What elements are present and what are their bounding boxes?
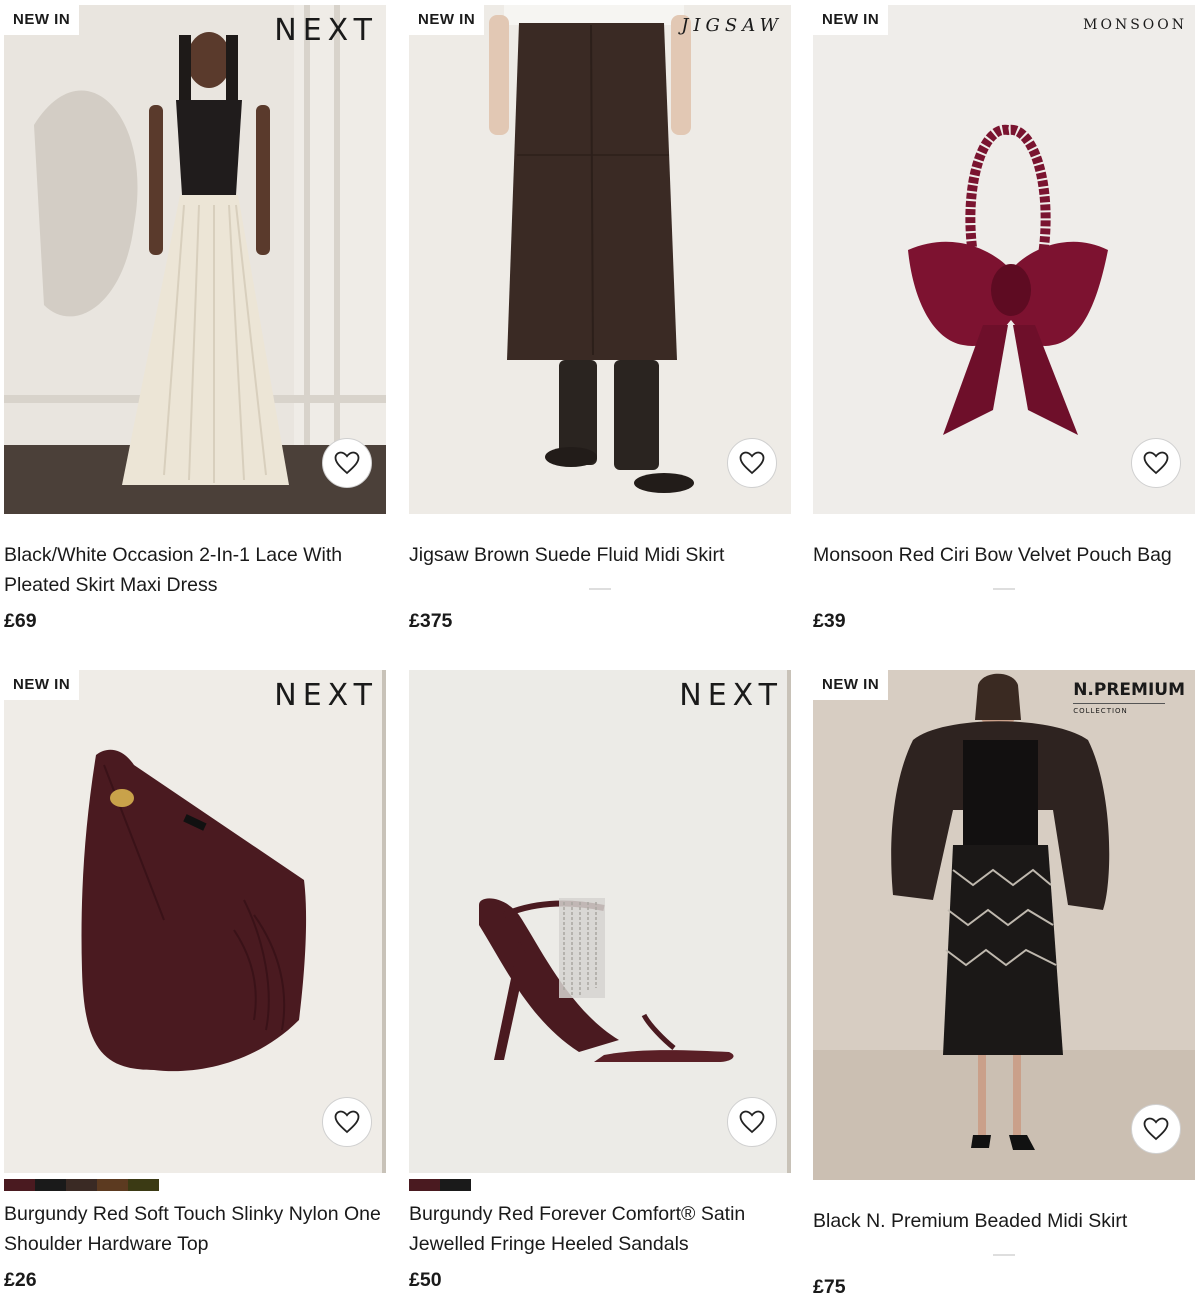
favourite-button[interactable] bbox=[1131, 1104, 1181, 1154]
brand-logo: MONSOON bbox=[1083, 17, 1187, 33]
new-in-badge: NEW IN bbox=[409, 5, 485, 35]
new-in-badge: NEW IN bbox=[813, 5, 889, 35]
product-title[interactable]: Monsoon Red Ciri Bow Velvet Pouch Bag bbox=[813, 540, 1195, 570]
product-image[interactable]: NEW IN N.PREMIUM COLLECTION bbox=[813, 670, 1195, 1180]
colour-swatch[interactable] bbox=[66, 1179, 97, 1191]
product-image[interactable]: NEW IN MONSOON bbox=[813, 5, 1195, 514]
heart-outline-icon bbox=[1143, 451, 1169, 475]
brand-logo: NEXT bbox=[274, 13, 378, 48]
colour-swatch[interactable] bbox=[440, 1179, 471, 1191]
brand-logo: N.PREMIUM COLLECTION bbox=[1073, 680, 1185, 715]
product-image[interactable]: NEW IN NEXT bbox=[4, 670, 386, 1173]
product-image[interactable]: NEXT bbox=[409, 670, 791, 1173]
colour-swatch[interactable] bbox=[35, 1179, 66, 1191]
new-in-badge: NEW IN bbox=[813, 670, 889, 700]
product-photo bbox=[813, 5, 1195, 514]
new-in-badge: NEW IN bbox=[4, 670, 80, 700]
favourite-button[interactable] bbox=[727, 1097, 777, 1147]
product-price: £26 bbox=[4, 1269, 37, 1291]
heart-outline-icon bbox=[739, 1110, 765, 1134]
new-in-badge: NEW IN bbox=[4, 5, 80, 35]
favourite-button[interactable] bbox=[322, 438, 372, 488]
product-image[interactable]: NEW IN JIGSAW bbox=[409, 5, 791, 514]
model-photo bbox=[409, 5, 791, 514]
model-photo bbox=[813, 670, 1195, 1180]
product-title[interactable]: Burgundy Red Soft Touch Slinky Nylon One… bbox=[4, 1199, 386, 1259]
heart-outline-icon bbox=[334, 1110, 360, 1134]
colour-swatch[interactable] bbox=[4, 1179, 35, 1191]
product-title[interactable]: Black/White Occasion 2-In-1 Lace With Pl… bbox=[4, 540, 386, 600]
product-price: £375 bbox=[409, 610, 453, 632]
product-title[interactable]: Black N. Premium Beaded Midi Skirt bbox=[813, 1206, 1195, 1236]
brand-logo: JIGSAW bbox=[681, 15, 783, 36]
colour-swatches[interactable] bbox=[409, 1179, 471, 1191]
product-title[interactable]: Jigsaw Brown Suede Fluid Midi Skirt bbox=[409, 540, 791, 570]
product-card[interactable]: NEW IN MONSOON Monsoon Red Ciri Bow Velv… bbox=[813, 5, 1195, 635]
colour-swatch[interactable] bbox=[409, 1179, 440, 1191]
brand-name: N.PREMIUM bbox=[1073, 680, 1185, 700]
heart-outline-icon bbox=[739, 451, 765, 475]
product-photo bbox=[4, 670, 386, 1173]
divider bbox=[993, 1254, 1015, 1256]
colour-swatch[interactable] bbox=[128, 1179, 159, 1191]
product-price: £50 bbox=[409, 1269, 442, 1291]
brand-logo: NEXT bbox=[679, 678, 783, 713]
product-image[interactable]: NEW IN NEXT bbox=[4, 5, 386, 514]
brand-logo: NEXT bbox=[274, 678, 378, 713]
favourite-button[interactable] bbox=[1131, 438, 1181, 488]
favourite-button[interactable] bbox=[322, 1097, 372, 1147]
product-card[interactable]: NEW IN NEXT Burgundy Red Soft Touch Slin… bbox=[4, 670, 386, 1291]
product-photo bbox=[409, 670, 791, 1173]
product-card[interactable]: NEW IN NEXT Black/White Occasion 2-In-1 … bbox=[4, 5, 386, 635]
divider bbox=[993, 588, 1015, 590]
product-card[interactable]: NEXT Burgundy Red Forever Comfort® Satin… bbox=[409, 670, 791, 1291]
product-price: £69 bbox=[4, 610, 37, 632]
product-price: £39 bbox=[813, 610, 846, 632]
product-card[interactable]: NEW IN JIGSAW Jigsaw Brown Suede Fluid M… bbox=[409, 5, 791, 635]
colour-swatches[interactable] bbox=[4, 1179, 159, 1191]
heart-outline-icon bbox=[334, 451, 360, 475]
colour-swatch[interactable] bbox=[97, 1179, 128, 1191]
product-title[interactable]: Burgundy Red Forever Comfort® Satin Jewe… bbox=[409, 1199, 791, 1259]
favourite-button[interactable] bbox=[727, 438, 777, 488]
brand-subtitle: COLLECTION bbox=[1073, 703, 1166, 715]
model-photo bbox=[4, 5, 386, 514]
heart-outline-icon bbox=[1143, 1117, 1169, 1141]
divider bbox=[589, 588, 611, 590]
product-card[interactable]: NEW IN N.PREMIUM COLLECTION Black N. Pre… bbox=[813, 670, 1195, 1298]
